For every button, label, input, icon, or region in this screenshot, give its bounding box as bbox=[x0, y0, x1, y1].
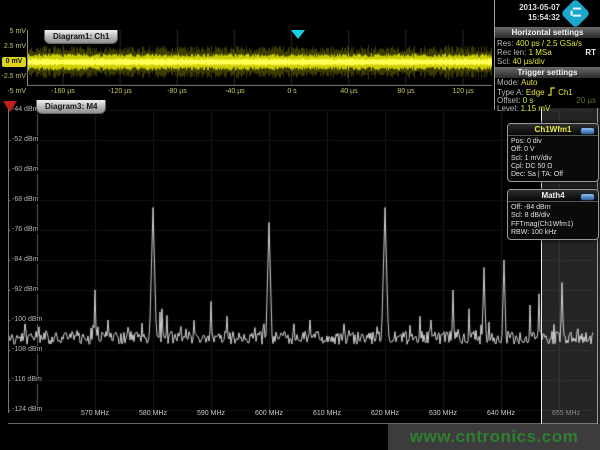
datetime-display: 2013-05-07 15:54:32 bbox=[486, 3, 560, 23]
math-scl-line: Scl: 8 dB/div bbox=[511, 212, 595, 220]
diagram3-x-tick-edge: 655 MHz bbox=[552, 410, 580, 418]
diagram1-y-axis bbox=[27, 30, 28, 86]
rising-edge-icon bbox=[547, 87, 556, 96]
diagram1-x-tick: 40 µs bbox=[340, 88, 357, 96]
ch1-cpl-line: Cpl: DC 50 Ω bbox=[511, 163, 595, 171]
ch1-pos-line: Pos: 0 div bbox=[511, 138, 595, 146]
diagram3-y-tick: -68 dBm bbox=[10, 196, 40, 204]
diagram3-y-tick: -76 dBm bbox=[10, 226, 40, 234]
time-text: 15:54:32 bbox=[486, 13, 560, 23]
reference-marker[interactable] bbox=[3, 101, 17, 112]
ch1-scl-line: Scl: 1 mV/div bbox=[511, 155, 595, 163]
diagram3-x-tick: 570 MHz bbox=[81, 410, 109, 418]
diagram1-y-tick: 2.5 mV bbox=[0, 43, 26, 51]
rohde-schwarz-logo-icon bbox=[561, 0, 591, 28]
diagram1-x-tick: -40 µs bbox=[225, 88, 245, 96]
diagram1-x-tick: -160 µs bbox=[51, 88, 75, 96]
math-rbw-line: RBW: 100 kHz bbox=[511, 229, 595, 237]
math4-panel-title: Math4 bbox=[541, 191, 564, 200]
diagram3-x-tick: 620 MHz bbox=[371, 410, 399, 418]
diagram3-y-tick: -116 dBm bbox=[10, 376, 44, 384]
math4-panel[interactable]: Math4 Off: -84 dBm Scl: 8 dB/div FFTmag(… bbox=[507, 189, 599, 240]
diagram3-x-tick: 640 MHz bbox=[487, 410, 515, 418]
diagram3-y-axis bbox=[8, 108, 9, 413]
diagram3-x-tick: 600 MHz bbox=[255, 410, 283, 418]
diagram1-x-tick: 80 µs bbox=[397, 88, 414, 96]
diagram3-y-tick: -124 dBm bbox=[10, 406, 44, 414]
tab-diagram3-m4[interactable]: Diagram3: M4 bbox=[36, 100, 106, 114]
ch1wfm1-panel[interactable]: Ch1Wfm1 Pos: 0 div Off: 0 V Scl: 1 mV/di… bbox=[507, 123, 599, 182]
diagram1-y-tick: -2.5 mV bbox=[0, 73, 26, 81]
diagram3-y-tick: -92 dBm bbox=[10, 286, 40, 294]
diagram3-x-tick: 630 MHz bbox=[429, 410, 457, 418]
diagram1-x-tick: -80 µs bbox=[167, 88, 187, 96]
ch1-offset-marker[interactable]: 0 mV bbox=[2, 57, 26, 67]
minimize-button[interactable] bbox=[580, 127, 595, 135]
diagram1-x-tick: 120 µs bbox=[452, 88, 473, 96]
ch1-off-line: Off: 0 V bbox=[511, 146, 595, 154]
diagram1-x-tick: 0 s bbox=[287, 88, 296, 96]
trigger-position-marker[interactable] bbox=[291, 30, 305, 39]
math-fft-line: FFTmag(Ch1Wfm1) bbox=[511, 221, 595, 229]
watermark-text: www.cntronics.com bbox=[410, 427, 578, 447]
diagram1-y-tick: 5 mV bbox=[0, 28, 26, 36]
diagram3-x-tick: 580 MHz bbox=[139, 410, 167, 418]
ch1wfm1-panel-title: Ch1Wfm1 bbox=[535, 125, 572, 134]
diagram3-y-tick: -60 dBm bbox=[10, 166, 40, 174]
diagram3-x-tick: 590 MHz bbox=[197, 410, 225, 418]
oscilloscope-screen: Diagram1: Ch1 5 mV 2.5 mV 0 mV -2.5 mV -… bbox=[0, 0, 600, 450]
diagram3-y-tick: -108 dBm bbox=[10, 346, 44, 354]
minimize-button[interactable] bbox=[580, 193, 595, 201]
diagram3-y-tick: -100 dBm bbox=[10, 316, 44, 324]
date-text: 2013-05-07 bbox=[486, 3, 560, 13]
diagram1-y-tick: -5 mV bbox=[0, 88, 26, 96]
diagram3-y-tick: -52 dBm bbox=[10, 136, 40, 144]
watermark-bar: www.cntronics.com bbox=[388, 424, 600, 450]
diagram3-x-tick: 610 MHz bbox=[313, 410, 341, 418]
tab-diagram1-ch1[interactable]: Diagram1: Ch1 bbox=[44, 30, 118, 44]
horizontal-settings-header[interactable]: Horizontal settings bbox=[495, 27, 600, 39]
scl-row[interactable]: Scl: 40 µs/div bbox=[497, 57, 598, 67]
math-off-line: Off: -84 dBm bbox=[511, 204, 595, 212]
diagram1-x-tick: -120 µs bbox=[108, 88, 132, 96]
ch1-dec-line: Dec: Sa | TA: Off bbox=[511, 171, 595, 179]
diagram3-y-tick: -84 dBm bbox=[10, 256, 40, 264]
